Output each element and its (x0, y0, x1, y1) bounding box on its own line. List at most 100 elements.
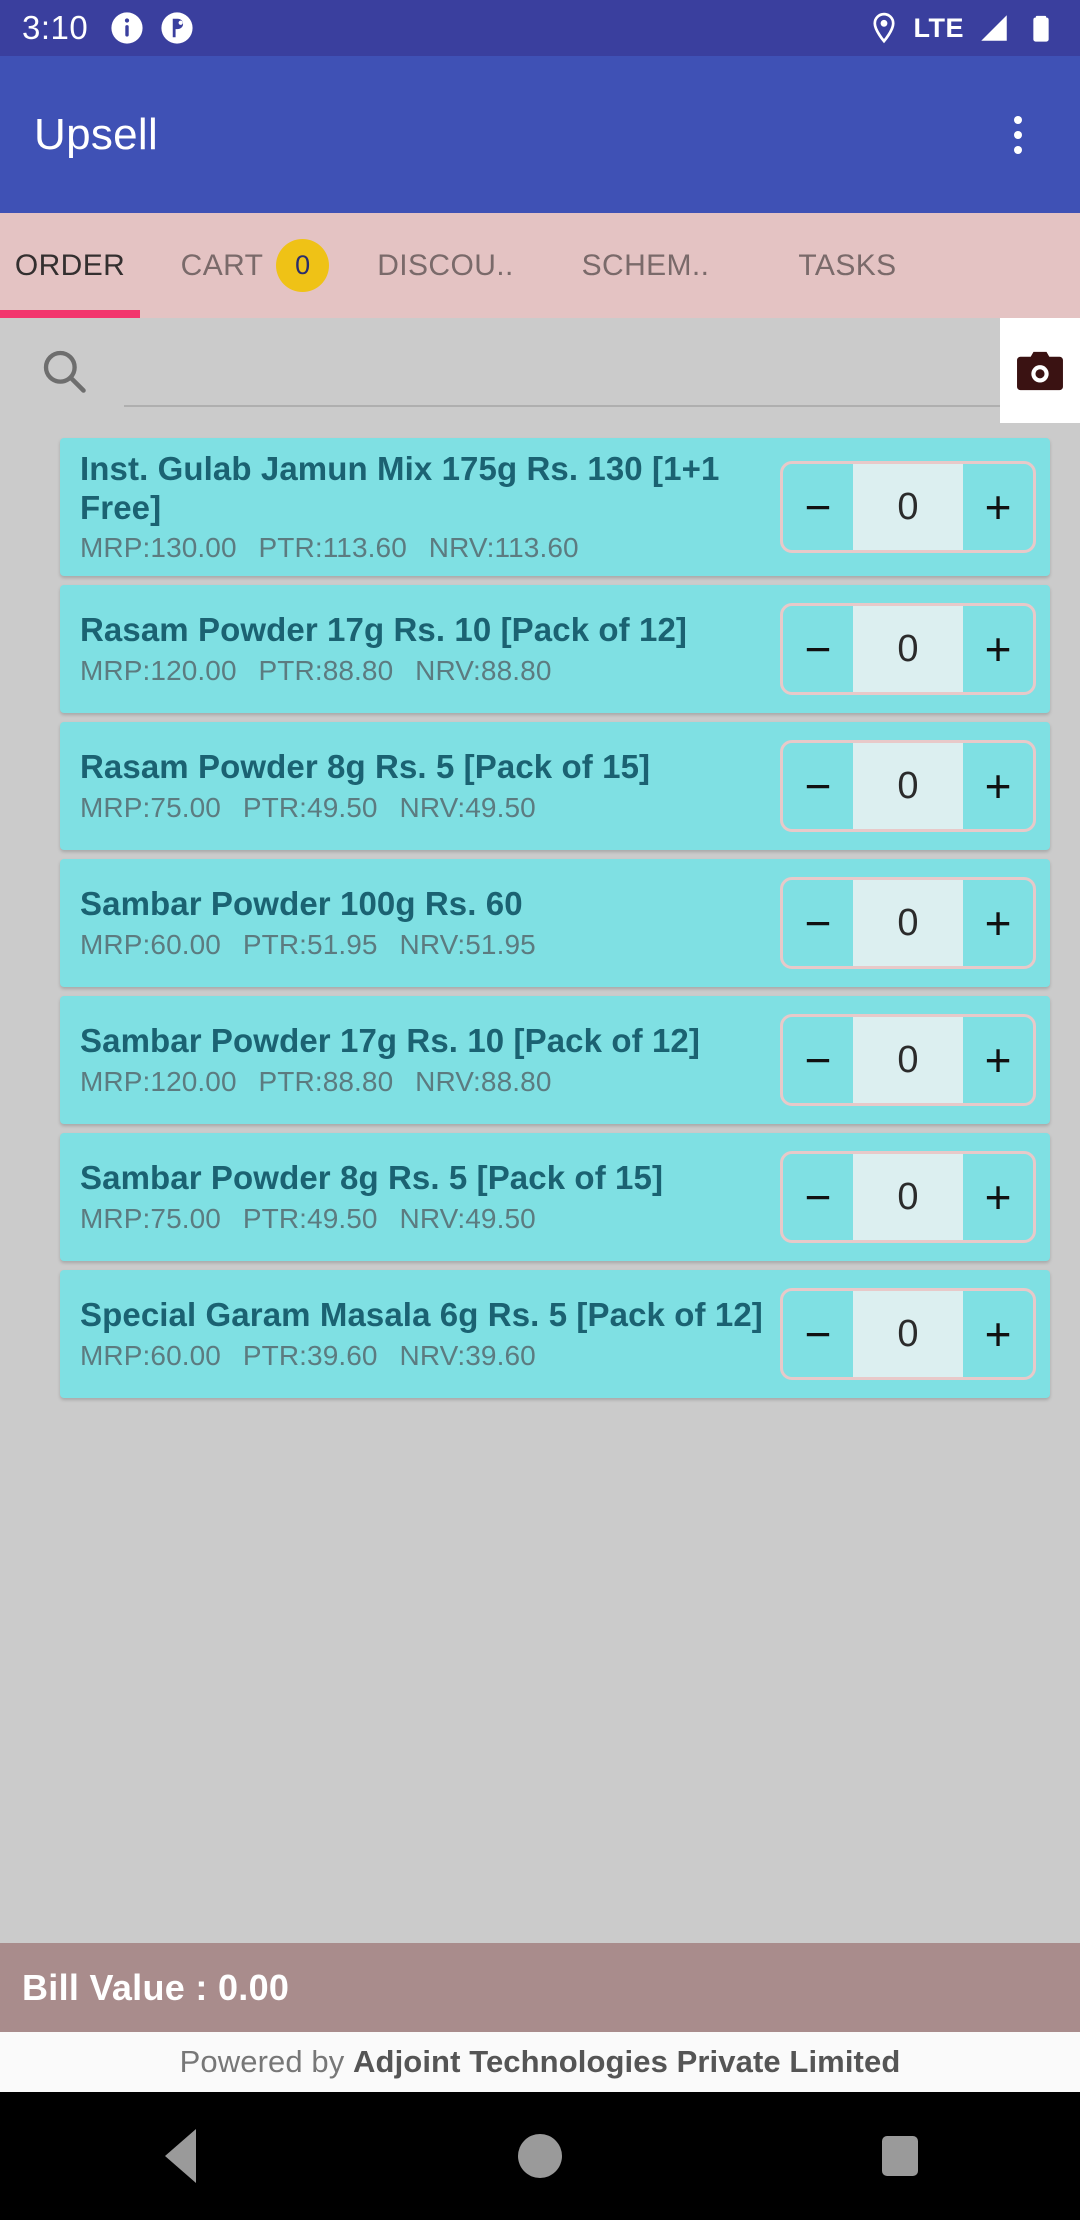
product-card[interactable]: Rasam Powder 17g Rs. 10 [Pack of 12] MRP… (60, 585, 1050, 714)
network-type-label: LTE (913, 12, 964, 43)
product-ptr: PTR:49.50 (242, 1203, 378, 1235)
page-title: Upsell (34, 109, 159, 159)
product-info: Special Garam Masala 6g Rs. 5 [Pack of 1… (80, 1296, 768, 1372)
quantity-stepper[interactable]: − 0 + (780, 461, 1036, 554)
product-card[interactable]: Rasam Powder 8g Rs. 5 [Pack of 15] MRP:7… (60, 722, 1050, 851)
decrement-button[interactable]: − (783, 1154, 853, 1240)
quantity-value[interactable]: 0 (853, 1291, 963, 1378)
product-nrv: NRV:88.80 (415, 655, 552, 687)
increment-button[interactable]: + (963, 464, 1033, 550)
product-price-line: MRP:60.00 PTR:39.60 NRV:39.60 (80, 1340, 768, 1372)
product-mrp: MRP:120.00 (80, 655, 237, 687)
quantity-value[interactable]: 0 (853, 464, 963, 551)
product-price-line: MRP:75.00 PTR:49.50 NRV:49.50 (80, 1203, 768, 1235)
product-mrp: MRP:60.00 (80, 929, 221, 961)
decrement-button[interactable]: − (783, 464, 853, 550)
product-name: Inst. Gulab Jamun Mix 175g Rs. 130 [1+1 … (80, 450, 720, 526)
increment-button[interactable]: + (963, 743, 1033, 829)
decrement-button[interactable]: − (783, 880, 853, 966)
product-ptr: PTR:51.95 (242, 929, 378, 961)
increment-button[interactable]: + (963, 606, 1033, 692)
powered-by-prefix: Powered by (179, 2044, 354, 2079)
search-bar (0, 318, 1080, 423)
decrement-button[interactable]: − (783, 743, 853, 829)
product-ptr: PTR:113.60 (258, 532, 407, 564)
product-ptr: PTR:88.80 (258, 655, 394, 687)
camera-button[interactable] (1000, 318, 1080, 423)
quantity-stepper[interactable]: − 0 + (780, 1151, 1036, 1244)
quantity-stepper[interactable]: − 0 + (780, 1014, 1036, 1107)
quantity-value[interactable]: 0 (853, 743, 963, 830)
quantity-stepper[interactable]: − 0 + (780, 1288, 1036, 1381)
product-nrv: NRV:39.60 (399, 1340, 536, 1372)
footer: Powered by Adjoint Technologies Private … (0, 2032, 1080, 2092)
product-price-line: MRP:120.00 PTR:88.80 NRV:88.80 (80, 1066, 768, 1098)
product-price-line: MRP:75.00 PTR:49.50 NRV:49.50 (80, 792, 768, 824)
search-input[interactable] (124, 346, 1080, 407)
increment-button[interactable]: + (963, 1154, 1033, 1240)
decrement-button[interactable]: − (783, 606, 853, 692)
product-card[interactable]: Sambar Powder 17g Rs. 10 [Pack of 12] MR… (60, 996, 1050, 1125)
product-card[interactable]: Sambar Powder 8g Rs. 5 [Pack of 15] MRP:… (60, 1133, 1050, 1262)
product-name: Sambar Powder 100g Rs. 60 (80, 885, 523, 923)
product-card[interactable]: Special Garam Masala 6g Rs. 5 [Pack of 1… (60, 1270, 1050, 1399)
tab-schemes[interactable]: SCHEM.. (553, 213, 738, 318)
tab-order[interactable]: ORDER (0, 213, 140, 318)
product-info: Inst. Gulab Jamun Mix 175g Rs. 130 [1+1 … (80, 450, 768, 564)
tab-discounts-label: DISCOU.. (377, 248, 514, 282)
tab-discounts[interactable]: DISCOU.. (353, 213, 538, 318)
product-name: Rasam Powder 17g Rs. 10 [Pack of 12] (80, 611, 688, 649)
tab-tasks[interactable]: TASKS (760, 213, 935, 318)
decrement-button[interactable]: − (783, 1291, 853, 1377)
product-mrp: MRP:130.00 (80, 532, 237, 564)
product-ptr: PTR:39.60 (242, 1340, 378, 1372)
back-icon[interactable] (120, 2092, 240, 2220)
increment-button[interactable]: + (963, 880, 1033, 966)
quantity-value[interactable]: 0 (853, 1017, 963, 1104)
info-icon (111, 12, 143, 44)
kebab-menu-icon[interactable] (990, 107, 1046, 163)
android-nav-bar (0, 2092, 1080, 2220)
product-name: Special Garam Masala 6g Rs. 5 [Pack of 1… (80, 1296, 763, 1334)
product-price-line: MRP:60.00 PTR:51.95 NRV:51.95 (80, 929, 768, 961)
app-bar: Upsell (0, 56, 1080, 213)
home-icon[interactable] (480, 2092, 600, 2220)
quantity-value[interactable]: 0 (853, 880, 963, 967)
product-info: Rasam Powder 17g Rs. 10 [Pack of 12] MRP… (80, 611, 768, 687)
tab-cart[interactable]: CART 0 (165, 213, 345, 318)
battery-icon (1033, 15, 1049, 42)
increment-button[interactable]: + (963, 1017, 1033, 1103)
app-notification-icon (161, 12, 193, 44)
signal-icon (981, 15, 1007, 41)
quantity-stepper[interactable]: − 0 + (780, 740, 1036, 833)
quantity-value[interactable]: 0 (853, 606, 963, 693)
product-list[interactable]: Inst. Gulab Jamun Mix 175g Rs. 130 [1+1 … (0, 423, 1080, 1943)
product-mrp: MRP:60.00 (80, 1340, 221, 1372)
quantity-stepper[interactable]: − 0 + (780, 877, 1036, 970)
product-nrv: NRV:88.80 (415, 1066, 552, 1098)
product-ptr: PTR:49.50 (242, 792, 378, 824)
decrement-button[interactable]: − (783, 1017, 853, 1103)
product-nrv: NRV:49.50 (399, 792, 536, 824)
product-mrp: MRP:75.00 (80, 792, 221, 824)
product-card[interactable]: Inst. Gulab Jamun Mix 175g Rs. 130 [1+1 … (60, 438, 1050, 577)
bill-value-label: Bill Value : 0.00 (22, 1966, 290, 2008)
app-screen: 3:10 LTE Upsell ORDER CART 0 DISCOU.. SC… (0, 0, 1080, 2220)
product-info: Sambar Powder 17g Rs. 10 [Pack of 12] MR… (80, 1022, 768, 1098)
quantity-stepper[interactable]: − 0 + (780, 603, 1036, 696)
recents-icon[interactable] (840, 2092, 960, 2220)
product-nrv: NRV:51.95 (399, 929, 536, 961)
product-name: Sambar Powder 17g Rs. 10 [Pack of 12] (80, 1022, 700, 1060)
product-card[interactable]: Sambar Powder 100g Rs. 60 MRP:60.00 PTR:… (60, 859, 1050, 988)
status-bar: 3:10 LTE (0, 0, 1080, 56)
status-bar-clock: 3:10 (22, 9, 89, 46)
status-bar-notification-icons (110, 11, 194, 45)
powered-by-company: Adjoint Technologies Private Limited (353, 2044, 901, 2079)
cart-count-badge: 0 (276, 239, 330, 292)
quantity-value[interactable]: 0 (853, 1154, 963, 1241)
search-icon[interactable] (38, 345, 90, 397)
increment-button[interactable]: + (963, 1291, 1033, 1377)
product-price-line: MRP:130.00 PTR:113.60 NRV:113.60 (80, 532, 768, 564)
product-name: Sambar Powder 8g Rs. 5 [Pack of 15] (80, 1159, 664, 1197)
product-info: Rasam Powder 8g Rs. 5 [Pack of 15] MRP:7… (80, 748, 768, 824)
